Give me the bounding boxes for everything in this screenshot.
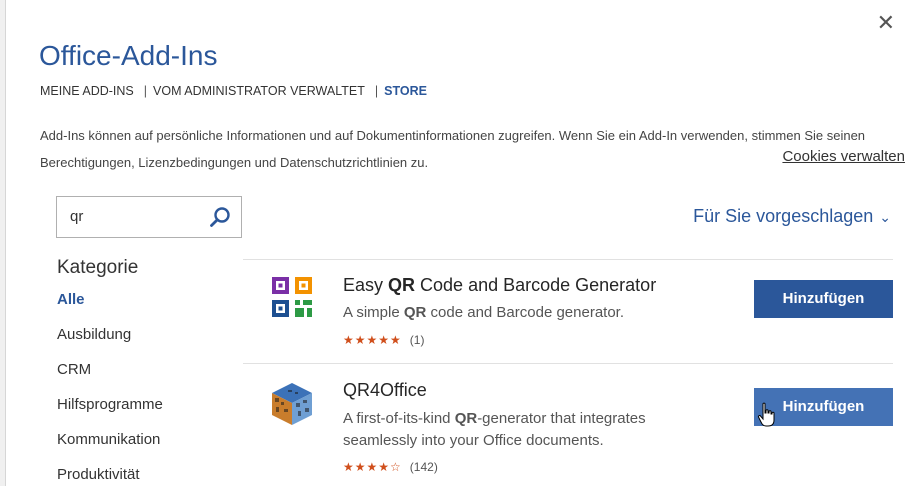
nav-separator: | <box>374 84 379 98</box>
search-icon[interactable] <box>209 206 231 228</box>
addin-desc-highlight: QR <box>403 304 427 321</box>
nav-my-addins[interactable]: MEINE ADD-INS <box>40 84 134 98</box>
qr-barcode-app-icon <box>272 277 312 317</box>
sort-label: Für Sie vorgeschlagen <box>693 206 874 226</box>
category-heading: Kategorie <box>57 257 139 278</box>
list-divider <box>243 363 893 364</box>
addin-title[interactable]: Easy QR Code and Barcode Generator <box>343 275 656 296</box>
category-list: Alle Ausbildung CRM Hilfsprogramme Kommu… <box>57 290 163 500</box>
addin-title-part: Easy <box>343 275 389 295</box>
category-item-produktivitaet[interactable]: Produktivität <box>57 465 163 500</box>
search-box[interactable] <box>56 196 242 238</box>
rating-stars: ★★★★★ (1) <box>343 333 424 347</box>
window-left-edge <box>0 0 6 486</box>
star-glyphs: ★★★★★ <box>343 333 402 347</box>
addin-description: A simple QR code and Barcode generator. <box>343 302 624 324</box>
add-button[interactable]: Hinzufügen <box>754 280 893 318</box>
review-count: (1) <box>409 333 425 347</box>
addin-desc-part: -generator that integrates <box>477 410 646 427</box>
nav-admin-managed[interactable]: VOM ADMINISTRATOR VERWALTET <box>153 84 365 98</box>
addin-title-part: QR4Office <box>343 380 427 400</box>
star-glyphs: ★★★★☆ <box>343 460 402 474</box>
category-item-kommunikation[interactable]: Kommunikation <box>57 430 163 465</box>
addin-title-highlight: QR <box>388 275 416 295</box>
addin-description: A first-of-its-kind QR-generator that in… <box>343 408 646 452</box>
chevron-down-icon: ⌄ <box>879 209 891 225</box>
list-divider <box>243 259 893 260</box>
hand-pointer-icon <box>757 402 775 427</box>
cookies-link[interactable]: Cookies verwalten <box>782 148 905 165</box>
nav-store[interactable]: STORE <box>384 84 427 98</box>
dialog-title: Office-Add-Ins <box>39 40 218 71</box>
rating-stars: ★★★★☆ (142) <box>343 460 438 474</box>
nav-separator: | <box>143 84 148 98</box>
search-input[interactable] <box>68 207 202 226</box>
addin-desc-part: code and Barcode generator. <box>426 304 625 321</box>
addin-desc-highlight: QR <box>454 410 478 427</box>
category-item-alle[interactable]: Alle <box>57 290 163 325</box>
addin-nav: MEINE ADD-INS | VOM ADMINISTRATOR VERWALTE… <box>40 84 431 98</box>
addin-title[interactable]: QR4Office <box>343 380 427 401</box>
privacy-info-text: Add-Ins können auf persönliche Informati… <box>40 128 866 170</box>
close-icon[interactable]: ✕ <box>877 12 895 34</box>
category-item-hilfsprogramme[interactable]: Hilfsprogramme <box>57 395 163 430</box>
sort-dropdown[interactable]: Für Sie vorgeschlagen ⌄ <box>693 206 891 227</box>
addin-title-part: Code and Barcode Generator <box>415 275 657 295</box>
review-count: (142) <box>409 460 438 474</box>
addin-desc-part: A first-of-its-kind <box>343 410 455 427</box>
qr-cube-app-icon <box>272 383 312 425</box>
addin-desc-part: seamlessly into your Office documents. <box>343 432 604 449</box>
category-item-ausbildung[interactable]: Ausbildung <box>57 325 163 360</box>
addin-desc-part: A simple <box>343 304 404 321</box>
category-item-crm[interactable]: CRM <box>57 360 163 395</box>
